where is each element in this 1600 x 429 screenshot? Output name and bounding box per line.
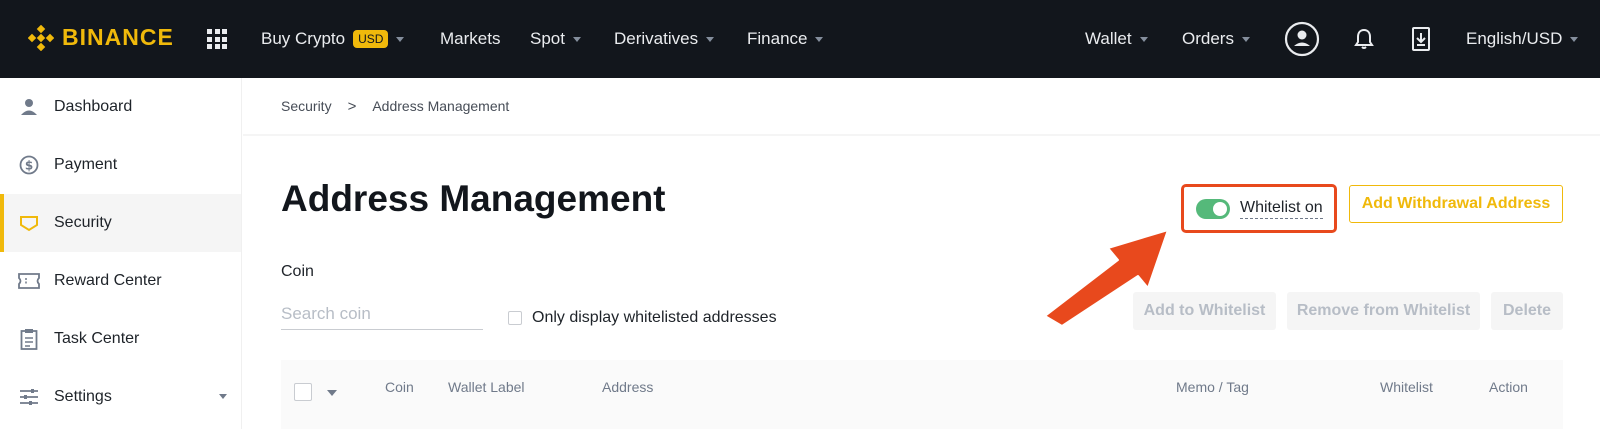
binance-logo[interactable]: BINANCE xyxy=(28,24,174,51)
search-coin-input[interactable] xyxy=(281,298,483,330)
nav-spot[interactable]: Spot xyxy=(530,0,581,78)
sidebar-item-payment[interactable]: $ Payment xyxy=(0,136,241,194)
sidebar-item-label: Task Center xyxy=(54,330,140,347)
brand-name: BINANCE xyxy=(62,24,174,50)
nav-buy-crypto[interactable]: Buy Crypto USD xyxy=(261,0,405,78)
nav-finance-label: Finance xyxy=(747,29,808,48)
clipboard-icon xyxy=(18,328,40,350)
delete-button[interactable]: Delete xyxy=(1491,292,1563,330)
sidebar-item-label: Settings xyxy=(54,388,112,405)
chevron-down-icon xyxy=(219,394,227,399)
sliders-icon xyxy=(18,386,40,408)
chevron-down-icon xyxy=(1139,36,1148,42)
whitelist-toggle-highlight: Whitelist on xyxy=(1181,184,1337,233)
chevron-down-icon xyxy=(815,36,824,42)
column-header-whitelist: Whitelist xyxy=(1380,379,1433,395)
table-header: Coin Wallet Label Address Memo / Tag Whi… xyxy=(281,360,1563,429)
user-icon[interactable] xyxy=(1283,20,1321,58)
nav-markets-label: Markets xyxy=(440,29,501,48)
column-header-coin: Coin xyxy=(385,379,414,395)
binance-logo-icon xyxy=(28,24,54,51)
only-whitelisted-checkbox[interactable] xyxy=(508,311,522,325)
sidebar-item-dashboard[interactable]: Dashboard xyxy=(0,78,241,136)
whitelist-label[interactable]: Whitelist on xyxy=(1240,199,1323,219)
page-title: Address Management xyxy=(281,178,666,219)
nav-orders[interactable]: Orders xyxy=(1182,0,1250,78)
apps-grid-icon[interactable] xyxy=(207,29,227,49)
remove-from-whitelist-button[interactable]: Remove from Whitelist xyxy=(1287,292,1480,330)
bell-icon[interactable] xyxy=(1345,20,1383,58)
download-icon[interactable] xyxy=(1402,20,1440,58)
sidebar-item-label: Dashboard xyxy=(54,98,133,115)
breadcrumb: Security > Address Management xyxy=(243,78,1600,136)
sidebar-item-label: Payment xyxy=(54,156,118,173)
breadcrumb-current: Address Management xyxy=(372,98,510,114)
chevron-down-icon[interactable] xyxy=(327,390,337,396)
breadcrumb-separator: > xyxy=(347,97,357,115)
nav-wallet-label: Wallet xyxy=(1085,29,1132,48)
only-whitelisted-label[interactable]: Only display whitelisted addresses xyxy=(532,309,777,327)
column-header-memo-tag: Memo / Tag xyxy=(1176,379,1249,395)
select-all-checkbox[interactable] xyxy=(294,383,312,401)
nav-derivatives-label: Derivatives xyxy=(614,29,699,48)
whitelist-toggle[interactable] xyxy=(1196,198,1230,219)
chevron-down-icon xyxy=(1241,36,1250,42)
user-icon xyxy=(18,96,40,118)
ticket-icon xyxy=(18,270,40,292)
chevron-down-icon xyxy=(1570,36,1579,42)
svg-text:$: $ xyxy=(25,159,33,173)
sidebar-item-security[interactable]: Security xyxy=(0,194,241,252)
add-to-whitelist-button[interactable]: Add to Whitelist xyxy=(1133,292,1276,330)
nav-wallet[interactable]: Wallet xyxy=(1085,0,1148,78)
nav-derivatives[interactable]: Derivatives xyxy=(614,0,715,78)
chevron-down-icon xyxy=(396,36,405,42)
sidebar: Dashboard $ Payment Security Reward Cent… xyxy=(0,78,242,429)
dollar-icon: $ xyxy=(18,154,40,176)
column-header-address: Address xyxy=(602,379,654,395)
add-withdrawal-address-button[interactable]: Add Withdrawal Address xyxy=(1349,185,1563,223)
shield-icon xyxy=(18,212,40,234)
usd-badge: USD xyxy=(353,30,389,48)
sidebar-item-reward-center[interactable]: Reward Center xyxy=(0,252,241,310)
sidebar-item-label: Security xyxy=(54,214,112,231)
sidebar-item-label: Reward Center xyxy=(54,272,162,289)
top-navbar: BINANCE Buy Crypto USD Markets Spot Deri… xyxy=(0,0,1600,78)
chevron-down-icon xyxy=(572,36,581,42)
chevron-down-icon xyxy=(706,36,715,42)
nav-orders-label: Orders xyxy=(1182,29,1234,48)
nav-buy-crypto-label: Buy Crypto xyxy=(261,29,346,48)
sidebar-item-task-center[interactable]: Task Center xyxy=(0,310,241,368)
nav-markets[interactable]: Markets xyxy=(440,0,500,78)
sidebar-item-settings[interactable]: Settings xyxy=(0,368,241,426)
column-header-action: Action xyxy=(1489,379,1528,395)
language-label: English/USD xyxy=(1466,29,1563,48)
language-selector[interactable]: English/USD xyxy=(1466,0,1579,78)
nav-spot-label: Spot xyxy=(530,29,565,48)
coin-filter-label: Coin xyxy=(281,263,314,280)
nav-finance[interactable]: Finance xyxy=(747,0,824,78)
column-header-wallet-label: Wallet Label xyxy=(448,379,525,395)
breadcrumb-security[interactable]: Security xyxy=(281,98,332,114)
